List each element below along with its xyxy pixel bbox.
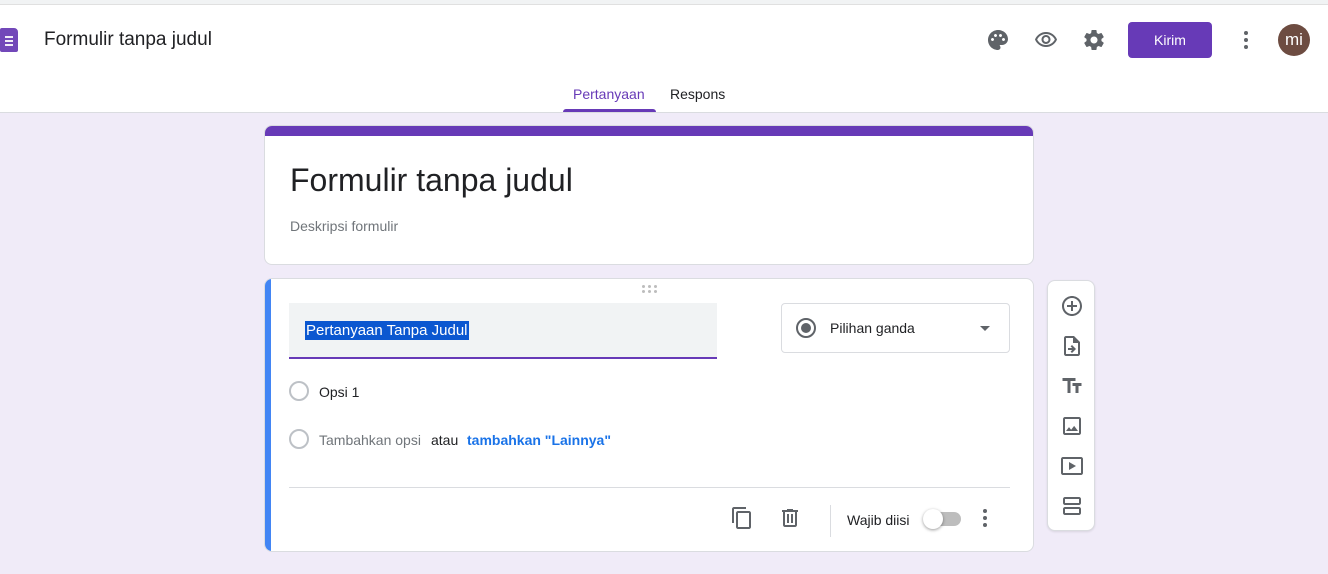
duplicate-icon[interactable] — [726, 502, 758, 534]
focus-accent — [265, 279, 271, 551]
add-other-link[interactable]: tambahkan "Lainnya" — [467, 432, 611, 448]
eye-icon[interactable] — [1030, 24, 1062, 56]
active-tab-indicator — [563, 109, 656, 112]
avatar[interactable]: mi — [1278, 24, 1310, 56]
add-video-icon[interactable] — [1056, 450, 1088, 482]
question-title-input[interactable]: Pertanyaan Tanpa Judul — [289, 303, 717, 359]
footer-divider — [289, 487, 1010, 488]
or-text: atau — [431, 432, 459, 448]
required-toggle[interactable] — [923, 509, 961, 529]
add-section-icon[interactable] — [1056, 490, 1088, 522]
add-title-icon[interactable] — [1056, 370, 1088, 402]
more-vert-icon[interactable] — [1230, 24, 1262, 56]
add-image-icon[interactable] — [1056, 410, 1088, 442]
form-title[interactable]: Formulir tanpa judul — [290, 162, 573, 199]
form-description[interactable]: Deskripsi formulir — [290, 218, 398, 234]
footer-separator — [830, 505, 831, 537]
tab-questions[interactable]: Pertanyaan — [573, 86, 645, 102]
form-title-card: Formulir tanpa judul Deskripsi formulir — [264, 125, 1034, 265]
add-option-link[interactable]: Tambahkan opsi — [319, 432, 421, 448]
question-title-text: Pertanyaan Tanpa Judul — [305, 321, 469, 340]
palette-icon[interactable] — [982, 24, 1014, 56]
question-type-select[interactable]: Pilihan ganda — [781, 303, 1010, 353]
question-card[interactable]: Pertanyaan Tanpa Judul Pilihan ganda Ops… — [264, 278, 1034, 552]
trash-icon[interactable] — [774, 502, 806, 534]
radio-empty-icon — [289, 429, 309, 449]
required-label: Wajib diisi — [847, 512, 910, 528]
send-button[interactable]: Kirim — [1128, 22, 1212, 58]
app-header: Formulir tanpa judul Kirim mi Pertanyaan… — [0, 0, 1328, 113]
accent-band — [265, 126, 1033, 136]
import-questions-icon[interactable] — [1056, 330, 1088, 362]
drag-handle-icon[interactable] — [642, 285, 658, 295]
more-vert-icon[interactable] — [969, 502, 1001, 534]
option-label[interactable]: Opsi 1 — [319, 384, 359, 400]
gear-icon[interactable] — [1078, 24, 1110, 56]
radio-checked-icon — [796, 318, 816, 338]
dropdown-arrow-icon — [980, 326, 990, 331]
forms-logo-icon[interactable] — [0, 28, 18, 52]
browser-edge — [0, 0, 1328, 5]
question-toolbar — [1047, 280, 1095, 531]
question-type-label: Pilihan ganda — [830, 320, 915, 336]
document-title[interactable]: Formulir tanpa judul — [44, 29, 212, 51]
add-question-icon[interactable] — [1056, 290, 1088, 322]
tab-responses[interactable]: Respons — [670, 86, 725, 102]
radio-empty-icon — [289, 381, 309, 401]
